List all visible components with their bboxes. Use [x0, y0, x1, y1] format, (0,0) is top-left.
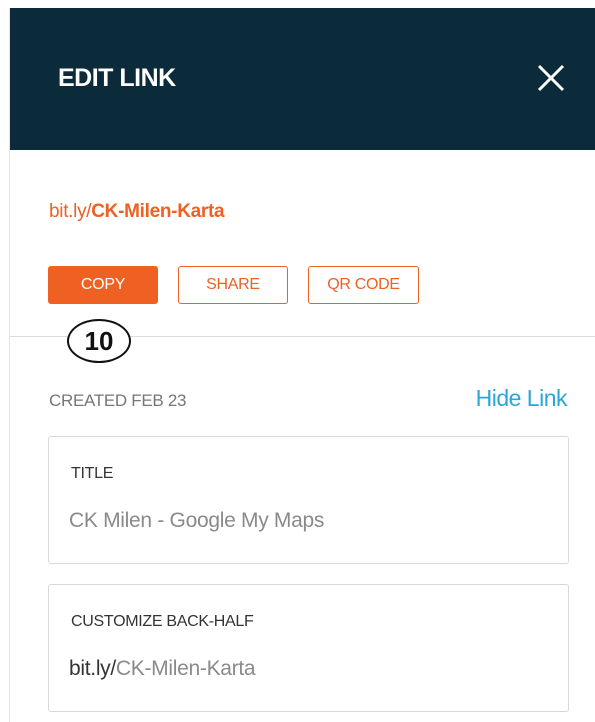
title-field[interactable]: TITLE CK Milen - Google My Maps: [48, 436, 569, 564]
hide-link-button[interactable]: Hide Link: [476, 385, 568, 412]
step-number-badge: 10: [67, 319, 131, 363]
back-half-value: CK-Milen-Karta: [115, 657, 256, 680]
short-link[interactable]: bit.ly/CK-Milen-Karta: [49, 201, 225, 223]
short-link-domain: bit.ly/: [49, 201, 92, 222]
title-field-label: TITLE: [71, 465, 114, 482]
back-half-domain: bit.ly/: [69, 657, 116, 680]
title-input[interactable]: CK Milen - Google My Maps: [69, 509, 324, 533]
back-half-field[interactable]: CUSTOMIZE BACK-HALF bit.ly/CK-Milen-Kart…: [48, 584, 569, 712]
panel-title: EDIT LINK: [58, 64, 176, 92]
close-icon: [537, 64, 565, 92]
copy-button[interactable]: COPY: [48, 266, 158, 304]
short-link-back-half: CK-Milen-Karta: [91, 201, 225, 222]
qr-code-button[interactable]: QR CODE: [308, 266, 419, 304]
share-button[interactable]: SHARE: [178, 266, 288, 304]
back-half-field-label: CUSTOMIZE BACK-HALF: [71, 613, 254, 630]
created-date: CREATED FEB 23: [49, 391, 187, 410]
back-half-input[interactable]: bit.ly/CK-Milen-Karta: [69, 657, 256, 681]
edit-link-panel: EDIT LINK bit.ly/CK-Milen-Karta COPY SHA…: [9, 8, 595, 722]
close-button[interactable]: [531, 58, 571, 98]
panel-header: EDIT LINK: [10, 8, 595, 150]
